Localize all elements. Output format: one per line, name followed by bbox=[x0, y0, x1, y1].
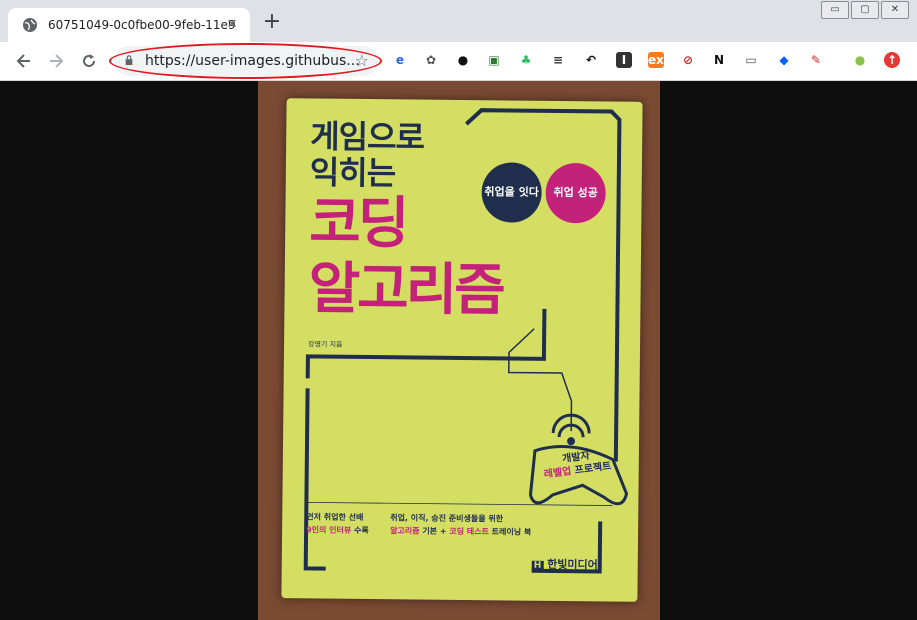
subtitle-right: 취업, 이직, 승진 준비생들을 위한 알고리즘 기본 + 코딩 테스트 트레이… bbox=[390, 511, 531, 538]
badge-navy: 취업을 잇다 bbox=[481, 162, 542, 223]
subtitle-left-rest: 수록 bbox=[351, 525, 369, 536]
main-title-line-1: 코딩 bbox=[308, 190, 407, 257]
subtitle-left: 먼저 취업한 선배 9인의 인터뷰 수록 bbox=[306, 510, 369, 537]
lines-icon[interactable]: ≡ bbox=[550, 52, 566, 68]
globe-icon bbox=[23, 18, 37, 32]
reload-icon[interactable] bbox=[79, 51, 99, 71]
reply-icon[interactable]: ↶ bbox=[583, 52, 599, 68]
author-text: 강영기 지음 bbox=[308, 340, 343, 349]
publisher-mark-icon: H bbox=[531, 560, 544, 571]
title-line-1: 게임으로 bbox=[310, 117, 425, 157]
title-line-2: 익히는 bbox=[309, 153, 396, 193]
minimize-button[interactable]: ▭ bbox=[821, 1, 849, 19]
settings-extension-icon[interactable]: ✿ bbox=[423, 52, 439, 68]
url-text[interactable]: https://user-images.githubus... bbox=[145, 53, 360, 69]
ex-icon[interactable]: ex bbox=[648, 52, 664, 68]
main-title-line-2: 알고리즘 bbox=[308, 256, 504, 324]
forward-arrow-icon[interactable] bbox=[46, 51, 66, 71]
book-photo: 게임으로 익히는 코딩 알고리즘 취업을 잇다 취업 성공 강영기 지음 개발자… bbox=[258, 81, 660, 620]
close-tab-icon[interactable]: ✕ bbox=[224, 17, 240, 33]
book-title-top: 게임으로 익히는 bbox=[309, 117, 425, 193]
subtitle-right-highlight-1: 알고리즘 bbox=[390, 526, 420, 536]
screen-icon[interactable]: ▭ bbox=[743, 52, 759, 68]
profile-avatar-icon[interactable]: ● bbox=[852, 52, 868, 68]
block-icon[interactable]: ⊘ bbox=[680, 52, 696, 68]
pdf-icon[interactable]: ✎ bbox=[808, 52, 824, 68]
dropbox-icon[interactable]: ◆ bbox=[776, 52, 792, 68]
evernote-icon[interactable]: ♣ bbox=[518, 52, 534, 68]
edge-icon[interactable]: e bbox=[392, 52, 408, 68]
badge-magenta: 취업 성공 bbox=[545, 162, 606, 224]
notion-icon[interactable]: N bbox=[711, 52, 727, 68]
back-arrow-icon[interactable] bbox=[14, 51, 34, 71]
subtitle-right-highlight-2: 코딩 테스트 bbox=[449, 526, 489, 537]
subtitle-left-highlight: 9인의 인터뷰 bbox=[306, 525, 352, 535]
publisher-logo: H 한빛미디어 bbox=[531, 556, 598, 573]
tab-strip: 60751049-0c0fbe00-9feb-11e9- ✕ + ▭ ▢ ✕ bbox=[0, 0, 917, 42]
subtitle-left-line-1: 먼저 취업한 선배 bbox=[306, 512, 364, 522]
window-controls: ▭ ▢ ✕ bbox=[821, 1, 909, 19]
instapaper-icon[interactable]: I bbox=[616, 52, 632, 68]
close-window-button[interactable]: ✕ bbox=[881, 1, 909, 19]
browser-toolbar: https://user-images.githubus... ☆ e ✿ ● ▣ ♣ ≡… bbox=[0, 42, 917, 81]
new-tab-button[interactable]: + bbox=[262, 11, 282, 33]
controller-label-highlight: 레벨업 bbox=[543, 466, 573, 481]
address-bar[interactable]: https://user-images.githubus... ☆ bbox=[114, 46, 378, 76]
eye-icon[interactable]: ● bbox=[455, 52, 471, 68]
book-cover: 게임으로 익히는 코딩 알고리즘 취업을 잇다 취업 성공 강영기 지음 개발자… bbox=[281, 98, 643, 602]
maximize-button[interactable]: ▢ bbox=[851, 1, 879, 19]
subtitle-right-rest: 트레이닝 북 bbox=[488, 527, 532, 537]
bookmark-star-icon[interactable]: ☆ bbox=[355, 51, 369, 70]
book-title-main: 코딩 알고리즘 bbox=[308, 190, 503, 324]
update-icon[interactable]: ↑ bbox=[884, 52, 900, 68]
lock-icon bbox=[125, 55, 133, 65]
tab-title: 60751049-0c0fbe00-9feb-11e9- bbox=[48, 18, 236, 32]
browser-tab[interactable]: 60751049-0c0fbe00-9feb-11e9- ✕ bbox=[8, 8, 250, 42]
subtitle-right-mid: 기본 + bbox=[419, 526, 450, 536]
clipper-icon[interactable]: ▣ bbox=[486, 52, 502, 68]
publisher-name: 한빛미디어 bbox=[547, 557, 598, 572]
